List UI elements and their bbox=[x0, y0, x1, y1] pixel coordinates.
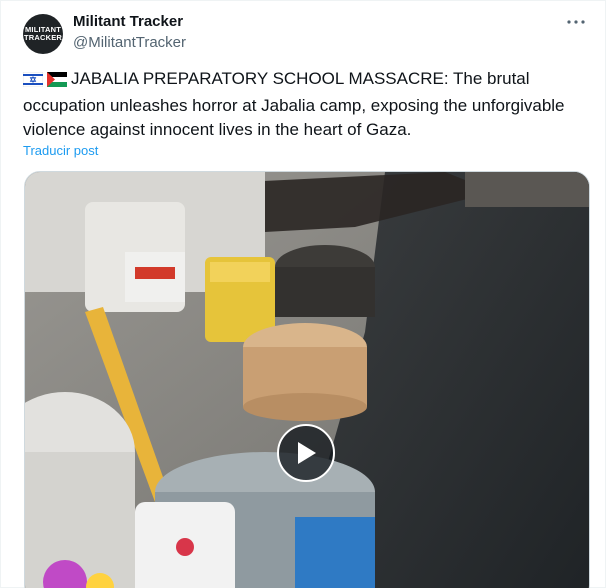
video-player[interactable] bbox=[24, 171, 590, 588]
video-thumbnail bbox=[25, 172, 589, 588]
palestine-flag-icon bbox=[47, 70, 67, 94]
post-text: JABALIA PREPARATORY SCHOOL MASSACRE: The… bbox=[23, 69, 565, 139]
user-handle[interactable]: @MilitantTracker bbox=[73, 34, 186, 51]
avatar[interactable]: MILITANT TRACKER bbox=[23, 14, 63, 54]
play-button[interactable] bbox=[277, 424, 335, 482]
post-text-container: JABALIA PREPARATORY SCHOOL MASSACRE: The… bbox=[22, 67, 583, 142]
tweet-card: MILITANT TRACKER Militant Tracker @Milit… bbox=[0, 0, 606, 588]
translate-post-link[interactable]: Traducir post bbox=[23, 143, 98, 158]
play-icon bbox=[298, 442, 316, 464]
israel-flag-icon bbox=[22, 70, 44, 94]
more-options-icon[interactable] bbox=[565, 13, 587, 31]
display-name[interactable]: Militant Tracker bbox=[73, 13, 183, 30]
avatar-text-line2: TRACKER bbox=[23, 33, 63, 42]
